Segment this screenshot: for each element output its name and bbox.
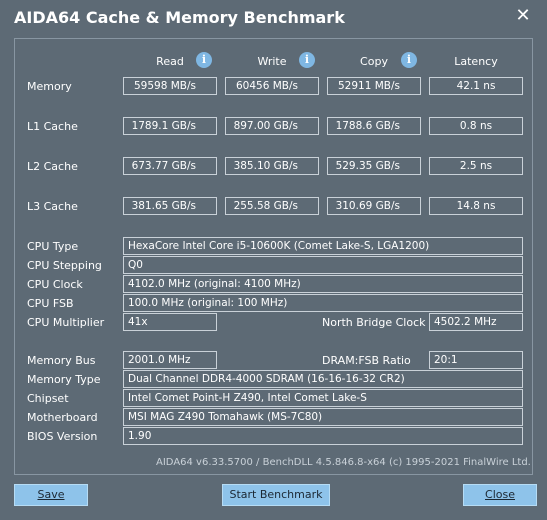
memory-read-value: 59598 MB/s	[123, 77, 217, 95]
chipset-label: Chipset	[27, 392, 69, 405]
l3-write-value: 255.58 GB/s	[225, 197, 319, 215]
memory-type-value: Dual Channel DDR4-4000 SDRAM (16-16-16-3…	[123, 370, 523, 388]
write-info-icon[interactable]: i	[299, 52, 315, 68]
cpu-clock-label: CPU Clock	[27, 278, 83, 291]
start-benchmark-button[interactable]: Start Benchmark	[222, 484, 330, 506]
close-button-label: Close	[485, 488, 515, 501]
l2-read-value: 673.77 GB/s	[123, 157, 217, 175]
start-benchmark-button-label: Start Benchmark	[229, 488, 323, 501]
north-bridge-clock-label: North Bridge Clock	[322, 316, 426, 329]
motherboard-label: Motherboard	[27, 411, 98, 424]
cpu-fsb-value: 100.0 MHz (original: 100 MHz)	[123, 294, 523, 312]
memory-write-value: 60456 MB/s	[225, 77, 319, 95]
dram-fsb-ratio-label: DRAM:FSB Ratio	[322, 354, 411, 367]
read-info-icon[interactable]: i	[196, 52, 212, 68]
title-bar: AIDA64 Cache & Memory Benchmark ✕	[0, 0, 547, 34]
memory-bus-value: 2001.0 MHz	[123, 351, 217, 369]
memory-copy-value: 52911 MB/s	[327, 77, 421, 95]
cpu-multiplier-value: 41x	[123, 313, 217, 331]
l1-latency-value: 0.8 ns	[429, 117, 523, 135]
memory-row-label: Memory	[27, 80, 72, 93]
memory-latency-value: 42.1 ns	[429, 77, 523, 95]
l1-copy-value: 1788.6 GB/s	[327, 117, 421, 135]
l2-latency-value: 2.5 ns	[429, 157, 523, 175]
cpu-stepping-value: Q0	[123, 256, 523, 274]
save-button[interactable]: Save	[14, 484, 88, 506]
l3-row-label: L3 Cache	[27, 200, 78, 213]
close-button[interactable]: Close	[463, 484, 537, 506]
l1-write-value: 897.00 GB/s	[225, 117, 319, 135]
close-icon[interactable]: ✕	[512, 5, 534, 27]
l3-latency-value: 14.8 ns	[429, 197, 523, 215]
version-footer: AIDA64 v6.33.5700 / BenchDLL 4.5.846.8-x…	[156, 457, 531, 468]
north-bridge-clock-value: 4502.2 MHz	[429, 313, 523, 331]
l2-write-value: 385.10 GB/s	[225, 157, 319, 175]
latency-header: Latency	[454, 55, 498, 68]
l1-read-value: 1789.1 GB/s	[123, 117, 217, 135]
motherboard-value: MSI MAG Z490 Tomahawk (MS-7C80)	[123, 408, 523, 426]
cpu-fsb-label: CPU FSB	[27, 297, 74, 310]
memory-type-label: Memory Type	[27, 373, 101, 386]
l2-copy-value: 529.35 GB/s	[327, 157, 421, 175]
bios-version-value: 1.90	[123, 427, 523, 445]
cpu-clock-value: 4102.0 MHz (original: 4100 MHz)	[123, 275, 523, 293]
copy-info-icon[interactable]: i	[401, 52, 417, 68]
memory-bus-label: Memory Bus	[27, 354, 96, 367]
window-title: AIDA64 Cache & Memory Benchmark	[14, 8, 345, 27]
cpu-stepping-label: CPU Stepping	[27, 259, 102, 272]
chipset-value: Intel Comet Point-H Z490, Intel Comet La…	[123, 389, 523, 407]
cpu-type-value: HexaCore Intel Core i5-10600K (Comet Lak…	[123, 237, 523, 255]
l3-read-value: 381.65 GB/s	[123, 197, 217, 215]
cpu-multiplier-label: CPU Multiplier	[27, 316, 105, 329]
dram-fsb-ratio-value: 20:1	[429, 351, 523, 369]
save-button-label: Save	[37, 488, 65, 501]
bios-version-label: BIOS Version	[27, 430, 98, 443]
l3-copy-value: 310.69 GB/s	[327, 197, 421, 215]
l2-row-label: L2 Cache	[27, 160, 78, 173]
l1-row-label: L1 Cache	[27, 120, 78, 133]
cpu-type-label: CPU Type	[27, 240, 79, 253]
